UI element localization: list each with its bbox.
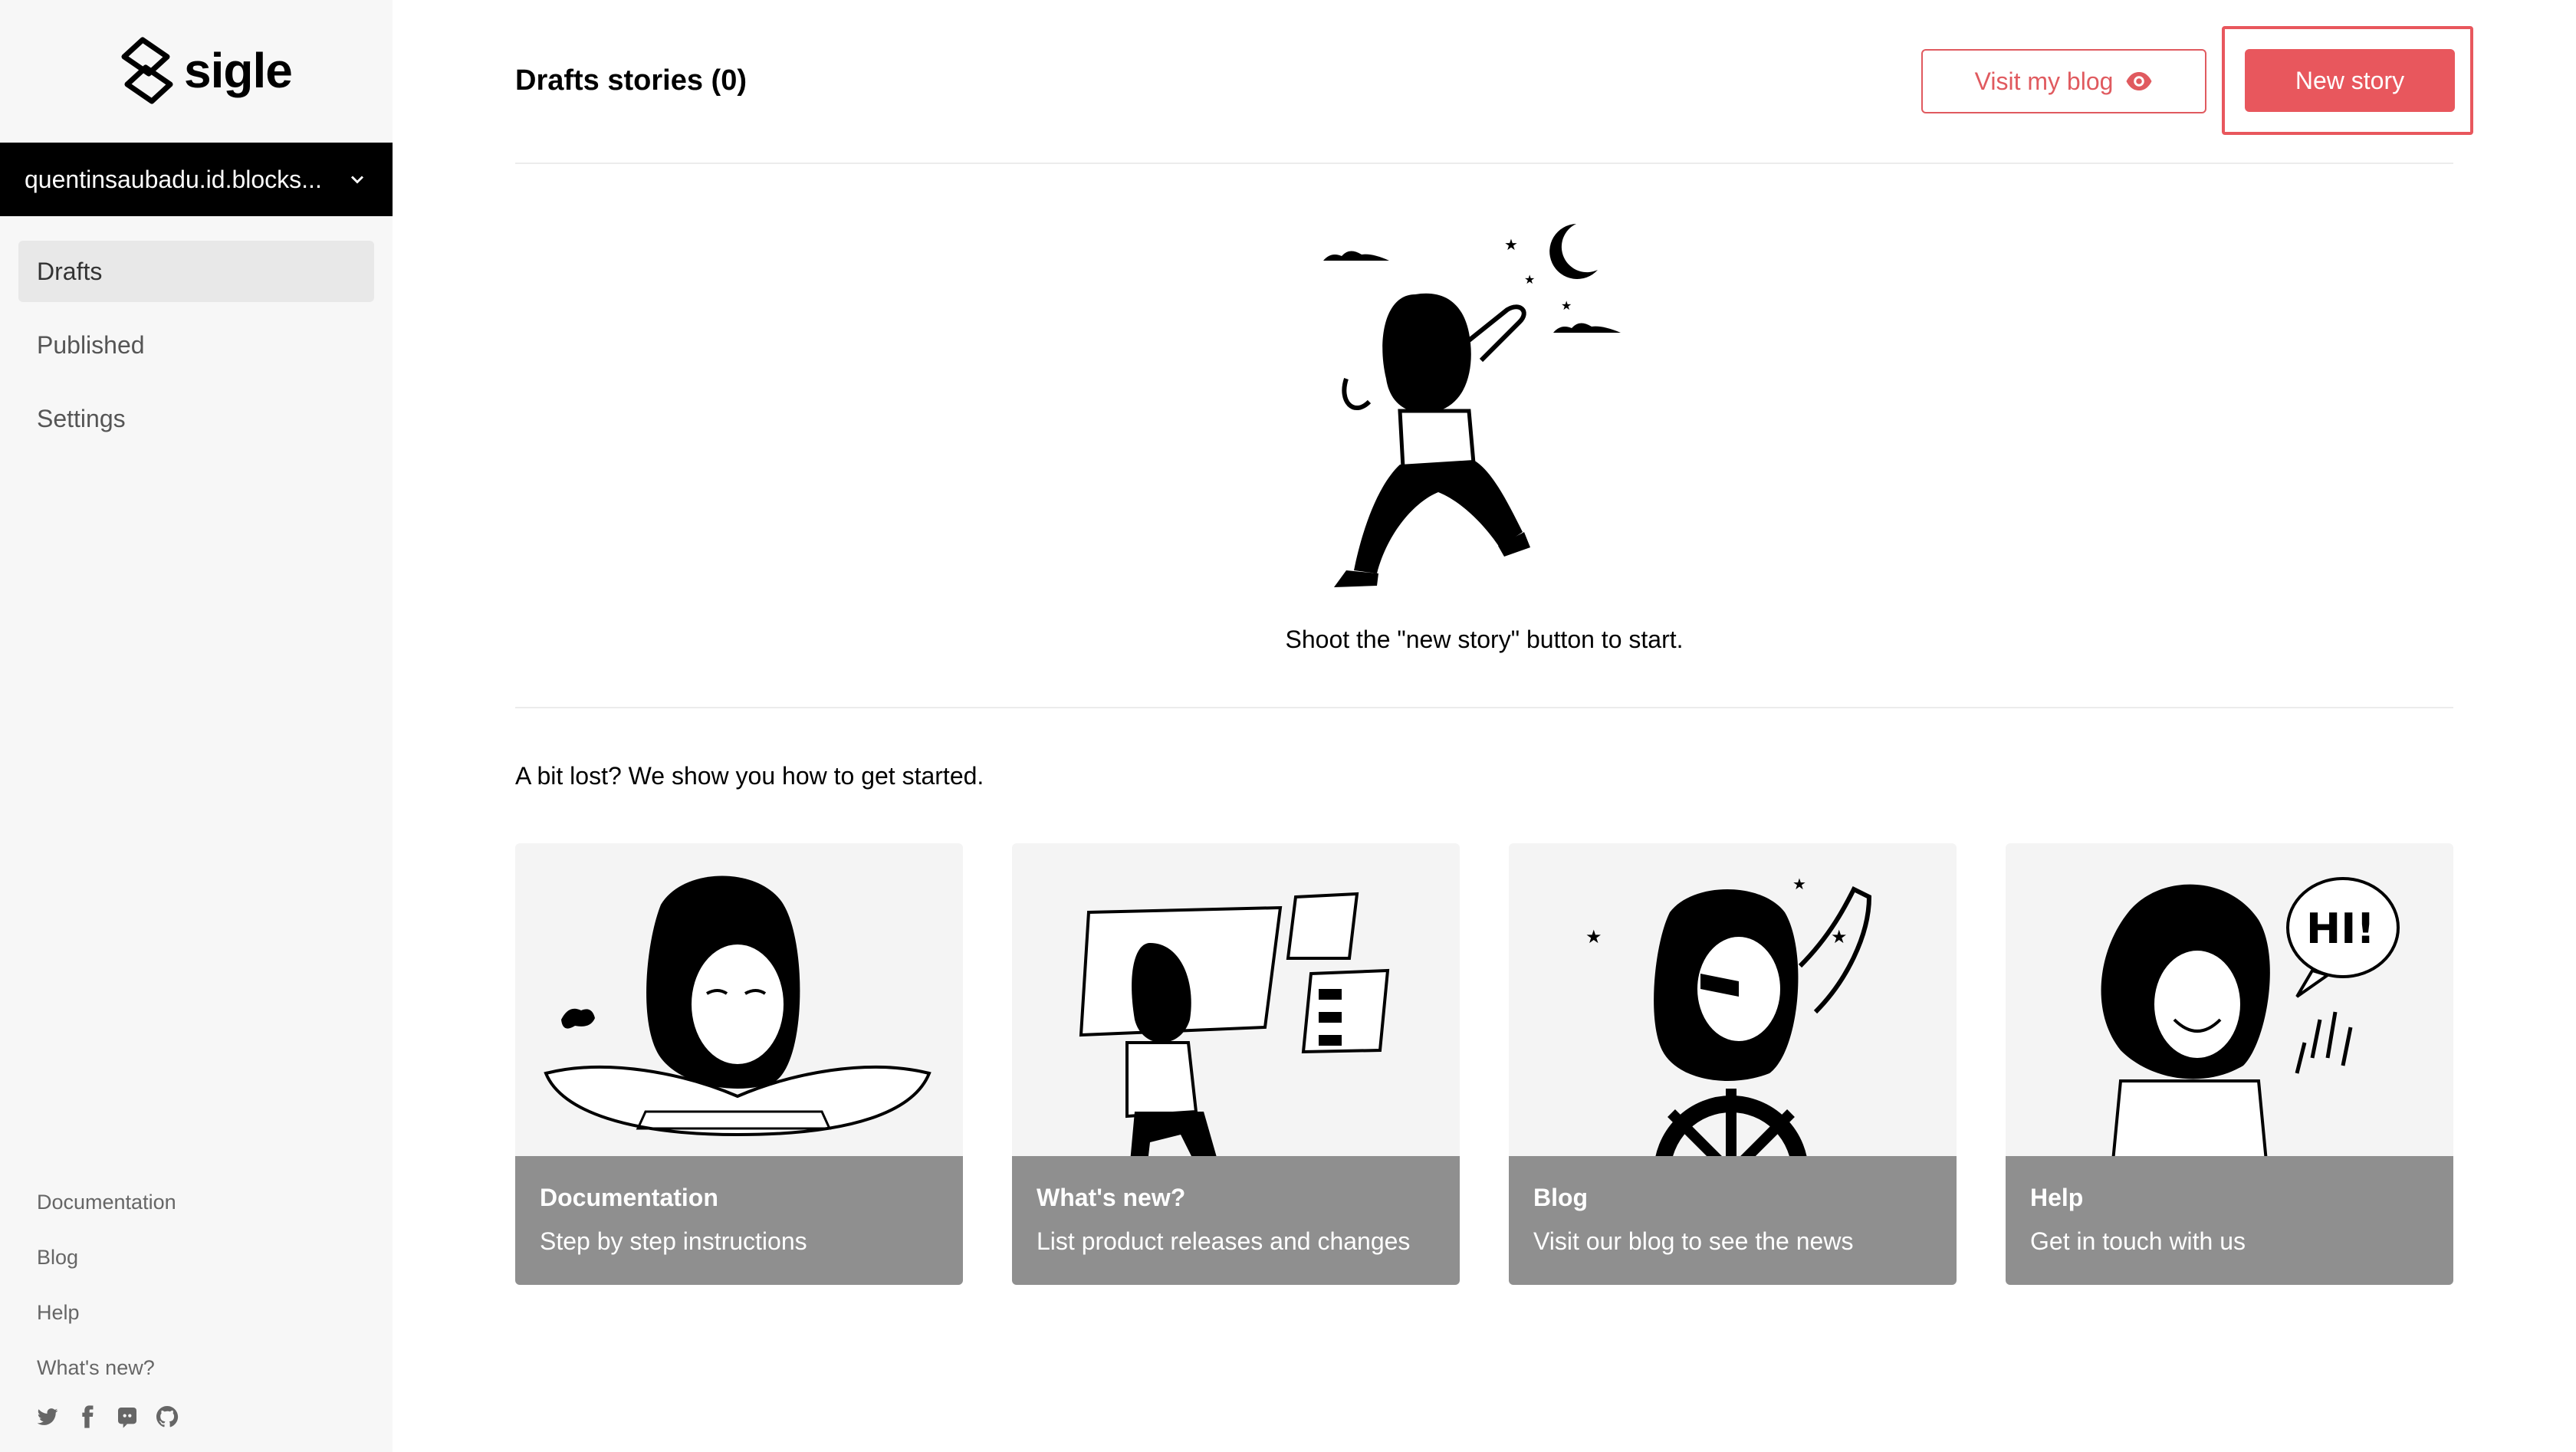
svg-text:★: ★ [1524, 272, 1535, 287]
card-description: Step by step instructions [540, 1227, 807, 1255]
card-description: Get in touch with us [2030, 1227, 2246, 1255]
sidebar-item-label: Drafts [37, 257, 103, 285]
card-whats-new[interactable]: What's new? List product releases and ch… [1012, 843, 1460, 1285]
chevron-down-icon [350, 176, 364, 184]
card-caption: What's new? List product releases and ch… [1012, 1156, 1460, 1285]
getting-started-cards: Documentation Step by step instructions [515, 843, 2453, 1285]
card-caption: Help Get in touch with us [2006, 1156, 2453, 1285]
card-title: Blog [1533, 1184, 1589, 1211]
new-story-label: New story [2295, 66, 2405, 94]
twitter-icon[interactable] [35, 1404, 60, 1429]
card-caption: Documentation Step by step instructions [515, 1156, 963, 1285]
account-name: quentinsaubadu.id.blocks... [25, 165, 322, 193]
svg-text:★: ★ [1831, 926, 1848, 948]
visit-blog-label: Visit my blog [1974, 67, 2114, 95]
card-documentation[interactable]: Documentation Step by step instructions [515, 843, 963, 1285]
getting-started-heading: A bit lost? We show you how to get start… [515, 762, 984, 790]
footer-link-help[interactable]: Help [37, 1297, 176, 1352]
facebook-icon[interactable] [75, 1404, 100, 1429]
card-help[interactable]: HI! Help Get in touch with us [2006, 843, 2453, 1285]
divider [515, 707, 2453, 708]
sidebar-item-settings[interactable]: Settings [18, 388, 374, 449]
discord-icon[interactable] [115, 1404, 140, 1429]
logo[interactable]: sigle [115, 34, 293, 107]
footer-link-whats-new[interactable]: What's new? [37, 1352, 176, 1408]
divider [515, 163, 2453, 164]
svg-text:★: ★ [1792, 875, 1806, 893]
sidebar-footer-links: Documentation Blog Help What's new? [37, 1187, 176, 1408]
logo-text: sigle [184, 43, 293, 98]
sidebar-nav: Drafts Published Settings [18, 241, 374, 462]
svg-text:★: ★ [1585, 926, 1602, 948]
new-story-button[interactable]: New story [2245, 49, 2455, 112]
sidebar: sigle quentinsaubadu.id.blocks... Drafts… [0, 0, 393, 1452]
empty-state-illustration: ★ ★ ★ [1323, 210, 1625, 596]
footer-link-documentation[interactable]: Documentation [37, 1187, 176, 1242]
sidebar-item-label: Published [37, 330, 145, 359]
sidebar-item-published[interactable]: Published [18, 314, 374, 376]
card-title: Help [2030, 1184, 2084, 1211]
sidebar-item-label: Settings [37, 404, 126, 432]
card-title: What's new? [1037, 1184, 1186, 1211]
svg-text:HI!: HI! [2306, 905, 2375, 953]
visit-blog-button[interactable]: Visit my blog [1921, 49, 2206, 113]
empty-state-message: Shoot the "new story" button to start. [1285, 626, 1684, 653]
sigle-logo-icon [121, 37, 173, 104]
social-links [35, 1404, 179, 1429]
card-description: List product releases and changes [1037, 1227, 1411, 1255]
card-caption: Blog Visit our blog to see the news [1509, 1156, 1957, 1285]
svg-text:★: ★ [1561, 298, 1572, 313]
sidebar-item-drafts[interactable]: Drafts [18, 241, 374, 302]
eye-icon [2126, 72, 2152, 90]
github-icon[interactable] [155, 1404, 179, 1429]
card-blog[interactable]: ★ ★ ★ Blog Visit our blog to see the new… [1509, 843, 1957, 1285]
card-title: Documentation [540, 1184, 718, 1211]
page-title: Drafts stories (0) [515, 64, 747, 97]
footer-link-blog[interactable]: Blog [37, 1242, 176, 1297]
account-switcher[interactable]: quentinsaubadu.id.blocks... [0, 143, 393, 216]
card-description: Visit our blog to see the news [1533, 1227, 1854, 1255]
svg-text:★: ★ [1504, 235, 1518, 254]
